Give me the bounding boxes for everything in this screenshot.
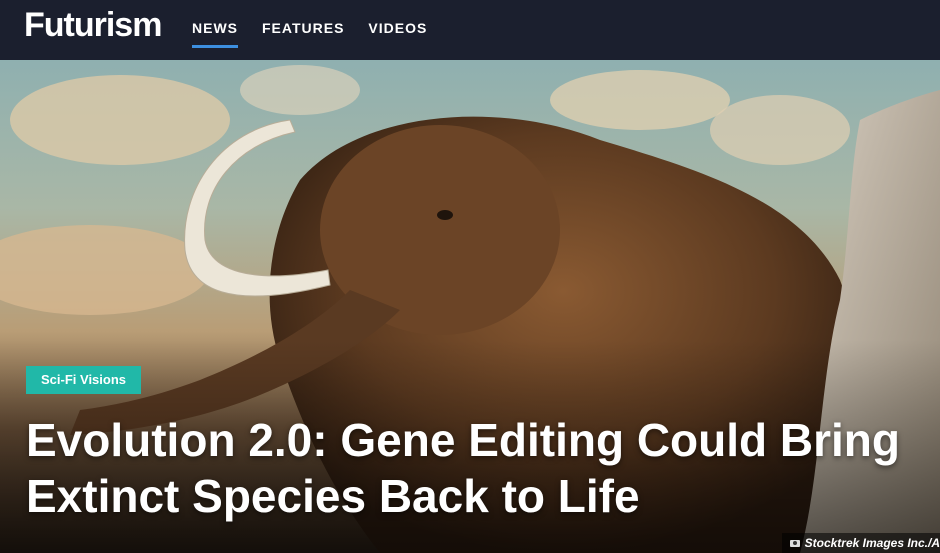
article-headline[interactable]: Evolution 2.0: Gene Editing Could Bring …: [26, 412, 906, 524]
main-nav: NEWS FEATURES VIDEOS: [192, 0, 451, 60]
futurism-logo[interactable]: Futurism: [24, 6, 162, 45]
hero-banner[interactable]: Sci-Fi Visions Evolution 2.0: Gene Editi…: [0, 60, 940, 553]
top-navigation-bar: Futurism NEWS FEATURES VIDEOS: [0, 0, 940, 60]
image-credit-text: Stocktrek Images Inc./A: [804, 536, 940, 550]
image-credit: Stocktrek Images Inc./A: [781, 533, 940, 553]
camera-icon: [789, 539, 800, 547]
category-tag[interactable]: Sci-Fi Visions: [26, 366, 142, 394]
nav-item-news[interactable]: NEWS: [192, 0, 238, 60]
nav-item-features[interactable]: FEATURES: [262, 0, 344, 60]
nav-item-videos[interactable]: VIDEOS: [368, 0, 427, 60]
